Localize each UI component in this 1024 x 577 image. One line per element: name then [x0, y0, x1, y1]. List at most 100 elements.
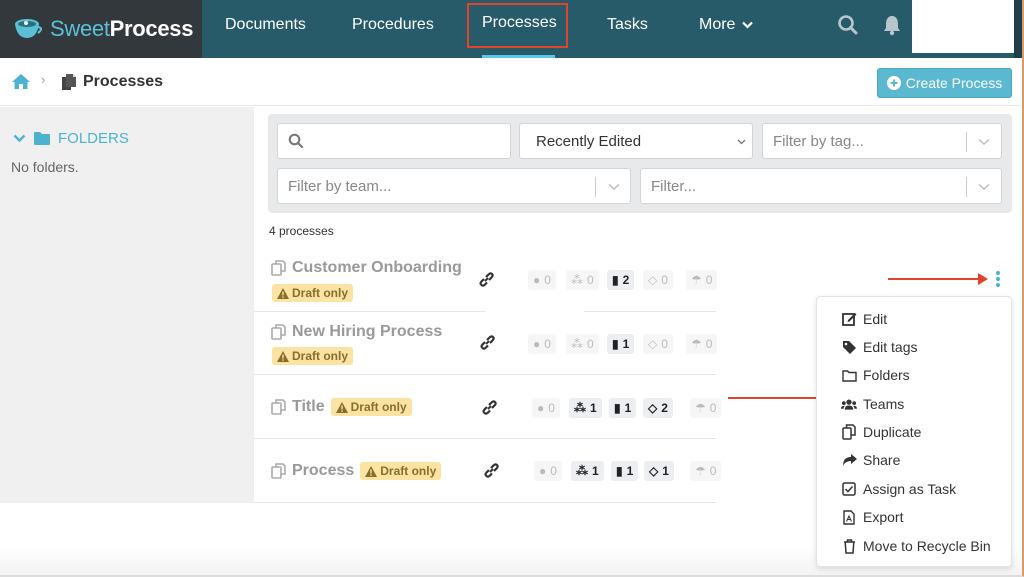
create-process-button[interactable]: Create Process — [877, 68, 1012, 98]
annotation-arrow — [728, 392, 830, 404]
approvals-count: 0 — [709, 401, 717, 415]
menu-item-assign-as-task[interactable]: Assign as Task — [841, 479, 956, 499]
steps-stat: ◇ 0 — [643, 270, 673, 290]
filter-by-team-placeholder: Filter by team... — [288, 177, 392, 195]
link-icon[interactable] — [483, 462, 500, 479]
user-profile-area[interactable] — [912, 0, 1014, 53]
tags-count: 0 — [544, 337, 551, 351]
filter-by-tag-placeholder: Filter by tag... — [773, 132, 864, 150]
filter-by-team-select[interactable]: Filter by team... — [277, 168, 631, 204]
process-title-link[interactable]: Title Draft only — [271, 398, 412, 416]
documents-count: 1 — [626, 464, 634, 478]
chevron-down-icon — [13, 134, 26, 143]
menu-item-label: Assign as Task — [863, 481, 957, 497]
search-input[interactable] — [277, 123, 511, 159]
annotation-highlight-box — [467, 3, 568, 48]
menu-item-label: Folders — [863, 367, 910, 383]
menu-item-edit[interactable]: Edit — [841, 309, 887, 329]
process-count: 4 processes — [269, 224, 334, 238]
bell-icon[interactable] — [882, 14, 902, 36]
draft-badge: Draft only — [330, 398, 412, 416]
sort-select[interactable]: Recently Edited — [519, 123, 753, 159]
menu-item-edit-tags[interactable]: Edit tags — [841, 337, 917, 357]
menu-item-teams[interactable]: Teams — [841, 394, 904, 414]
users-icon: ⁂ — [571, 273, 583, 287]
users-icon: ⁂ — [574, 401, 586, 415]
steps-count: 2 — [661, 401, 668, 415]
process-title-link[interactable]: New Hiring Process — [271, 323, 442, 341]
users-icon — [841, 398, 857, 411]
users-icon: ⁂ — [576, 464, 588, 478]
teams-count: 0 — [587, 273, 594, 287]
approvals-count: 0 — [705, 337, 713, 351]
link-icon[interactable] — [478, 271, 495, 288]
diamond-icon: ◇ — [648, 273, 658, 287]
select-separator — [595, 177, 596, 197]
nav-more[interactable]: More — [699, 0, 754, 50]
copy-icon — [271, 324, 286, 340]
menu-item-label: Duplicate — [863, 424, 922, 440]
nav-documents[interactable]: Documents — [225, 0, 306, 58]
row-divider — [254, 438, 716, 439]
process-title-link[interactable]: Process Draft only — [271, 462, 442, 480]
chevron-down-icon — [978, 138, 990, 145]
tag-icon — [841, 340, 857, 355]
more-options-kebab-icon[interactable] — [994, 271, 1002, 287]
filter-placeholder: Filter... — [651, 177, 697, 195]
top-navigation: SweetProcess Documents Procedures Proces… — [0, 0, 1022, 58]
annotation-arrow — [888, 273, 988, 285]
select-separator — [966, 132, 967, 152]
menu-item-export[interactable]: Export — [841, 507, 903, 527]
teams-stat: ⁂ 0 — [566, 270, 599, 290]
tags-stat: ● 0 — [528, 334, 556, 354]
diamond-icon: ◇ — [649, 464, 659, 478]
warning-icon — [277, 350, 289, 362]
tags-count: 0 — [544, 273, 551, 287]
draft-badge: Draft only — [272, 347, 354, 365]
link-icon[interactable] — [479, 334, 496, 351]
process-actions-menu: Edit Edit tags Folders Teams Duplicate S… — [816, 296, 1012, 567]
menu-item-label: Export — [863, 509, 904, 525]
draft-badge-label: Draft only — [380, 464, 437, 478]
link-icon[interactable] — [481, 399, 498, 416]
row-divider — [254, 374, 716, 375]
nav-edge-strip — [1014, 0, 1022, 58]
approvals-count: 0 — [705, 273, 713, 287]
nav-tasks[interactable]: Tasks — [607, 0, 648, 58]
file-icon: ▮ — [612, 273, 619, 287]
users-icon: ⁂ — [571, 337, 583, 351]
menu-item-move-to-recycle-bin[interactable]: Move to Recycle Bin — [841, 536, 991, 556]
file-icon: ▮ — [616, 464, 623, 478]
home-icon[interactable] — [11, 73, 31, 90]
logo-process-text: Process — [109, 16, 194, 41]
breadcrumb: › Processes Create Process — [0, 58, 1022, 106]
folders-sidebar: FOLDERS No folders. — [0, 107, 254, 503]
filter-by-tag-select[interactable]: Filter by tag... — [762, 123, 1002, 159]
app-window: SweetProcess Documents Procedures Proces… — [0, 0, 1024, 577]
menu-item-label: Edit tags — [863, 339, 918, 355]
plus-circle-icon — [886, 76, 901, 90]
logo[interactable]: SweetProcess — [0, 0, 202, 58]
menu-item-label: Edit — [863, 311, 888, 327]
folders-toggle[interactable]: FOLDERS — [13, 130, 129, 147]
documents-icon — [62, 74, 76, 90]
steps-stat: ◇ 0 — [643, 334, 673, 354]
process-title-link[interactable]: Customer Onboarding — [271, 259, 462, 277]
documents-stat: ▮ 1 — [607, 334, 635, 354]
process-title: Title — [292, 398, 325, 415]
approvals-stat: ☂ 0 — [690, 461, 722, 481]
chevron-down-icon — [608, 183, 620, 190]
diamond-icon: ◇ — [648, 401, 658, 415]
filter-select[interactable]: Filter... — [640, 168, 1002, 204]
menu-item-folders[interactable]: Folders — [841, 365, 910, 385]
select-separator — [966, 177, 967, 197]
chevron-down-icon — [737, 139, 746, 145]
menu-item-share[interactable]: Share — [841, 450, 900, 470]
approvals-stat: ☂ 0 — [686, 334, 718, 354]
nav-procedures[interactable]: Procedures — [352, 0, 434, 58]
folders-label: FOLDERS — [58, 130, 129, 147]
copy-icon — [271, 260, 286, 276]
share-icon — [841, 453, 857, 467]
menu-item-duplicate[interactable]: Duplicate — [841, 422, 921, 442]
search-icon[interactable] — [837, 14, 859, 36]
